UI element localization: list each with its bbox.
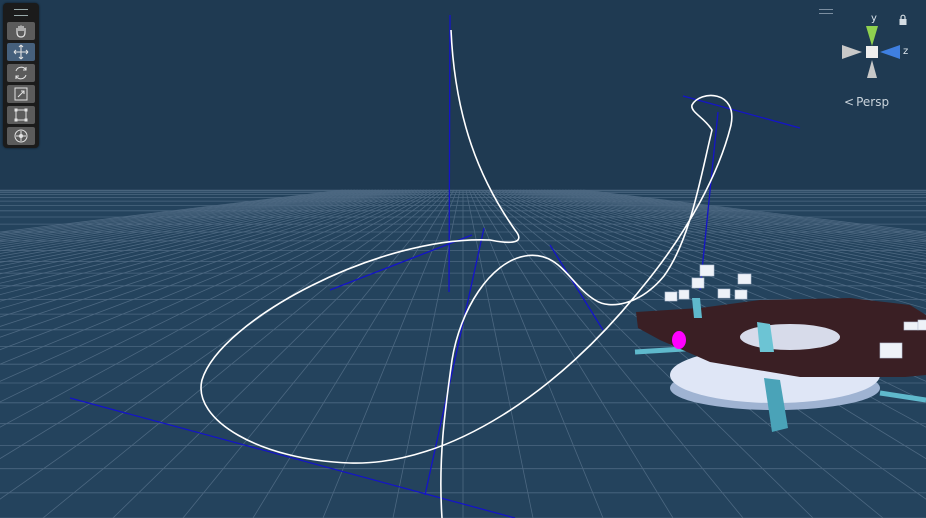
gizmo-y-label: y	[871, 13, 877, 24]
projection-toggle[interactable]: < Persp	[844, 95, 889, 109]
projection-label: Persp	[856, 95, 890, 109]
rect-tool-button[interactable]	[7, 106, 35, 124]
move-icon	[13, 44, 29, 60]
gizmo-center-cube[interactable]	[866, 46, 878, 58]
toolbar-drag-handle[interactable]	[14, 9, 28, 16]
sky	[0, 0, 926, 190]
scale-tool-button[interactable]	[7, 85, 35, 103]
gizmo-drag-handle[interactable]	[819, 9, 833, 14]
gizmo-z-label: z	[903, 46, 908, 57]
cube	[917, 319, 926, 331]
lock-icon[interactable]	[898, 14, 908, 26]
cube	[699, 264, 715, 277]
rotate-tool-button[interactable]	[7, 64, 35, 82]
cube	[737, 273, 752, 285]
hand-icon	[16, 25, 26, 38]
cube	[734, 289, 748, 300]
platform-hole	[740, 324, 840, 350]
chevron-left-icon: <	[844, 95, 855, 109]
cube	[717, 288, 731, 299]
hand-tool-button[interactable]	[7, 22, 35, 40]
rect-transform-icon	[14, 108, 28, 122]
selection-marker[interactable]	[672, 331, 686, 349]
cube	[678, 289, 690, 300]
move-tool-button[interactable]	[7, 43, 35, 61]
transform-tool-button[interactable]	[7, 127, 35, 145]
scale-icon	[14, 87, 28, 101]
cube	[691, 277, 705, 289]
cube	[879, 342, 903, 359]
tools-overlay	[3, 3, 39, 148]
cube	[664, 291, 678, 302]
transform-icon	[14, 129, 28, 143]
cube	[903, 321, 919, 331]
rotate-icon	[15, 66, 27, 80]
scene-viewport[interactable]: y z	[0, 0, 926, 518]
